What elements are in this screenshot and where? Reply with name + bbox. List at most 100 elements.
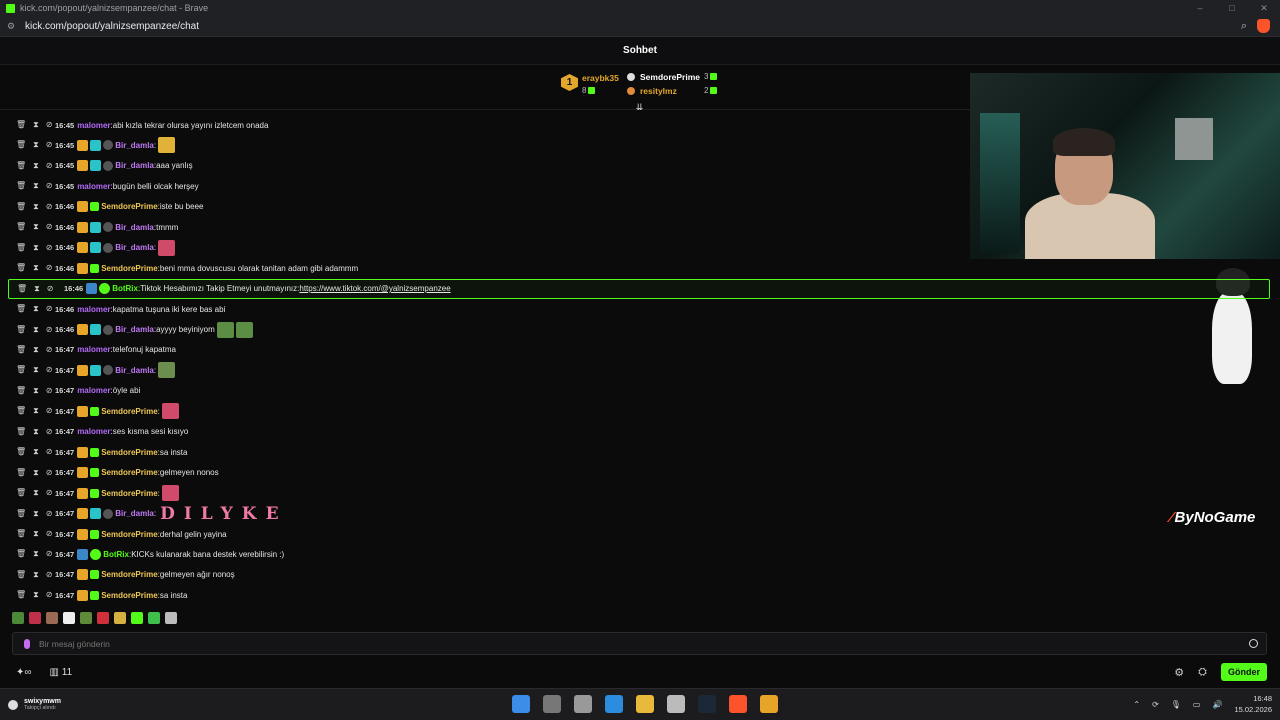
send-button[interactable]: Gönder (1220, 663, 1267, 681)
chat-message[interactable]: 🗑 ⧗ ⊘ 16:45 Bir_damla: aaa yanlış (0, 156, 1280, 176)
ban-icon[interactable]: ⊘ (46, 529, 53, 539)
obs-icon[interactable] (667, 695, 685, 713)
delete-icon[interactable]: 🗑 (16, 365, 26, 375)
username[interactable]: BotRix (103, 550, 129, 559)
message-input[interactable] (39, 638, 1249, 649)
leaderboard-name-3[interactable]: resitylmz (640, 86, 677, 96)
timeout-icon[interactable]: ⧗ (33, 263, 39, 273)
username[interactable]: Bir_damla (115, 223, 154, 232)
app-icon[interactable] (760, 695, 778, 713)
chat-message[interactable]: 🗑 ⧗ ⊘ 16:47 malomer: telefonuj kapatma (0, 340, 1280, 360)
file-explorer-icon[interactable] (636, 695, 654, 713)
username[interactable]: Bir_damla (115, 325, 154, 334)
timeout-icon[interactable]: ⧗ (33, 549, 39, 559)
task-view-icon[interactable] (543, 695, 561, 713)
emote-icon[interactable] (46, 612, 58, 624)
delete-icon[interactable]: 🗑 (16, 202, 26, 212)
chat-message[interactable]: 🗑 ⧗ ⊘ 16:47 SemdorePrime: gelmeyen ağır nono… (0, 565, 1280, 585)
chat-message[interactable]: 🗑 ⧗ ⊘ 16:46 malomer: kapatma tuşuna iki kere… (0, 299, 1280, 319)
brave-shield-icon[interactable] (1257, 19, 1270, 33)
ban-icon[interactable]: ⊘ (46, 345, 53, 355)
timeout-icon[interactable]: ⧗ (33, 529, 39, 539)
url-text[interactable]: kick.com/popout/yalnizsempanzee/chat (25, 21, 199, 32)
ban-icon[interactable]: ⊘ (46, 304, 53, 314)
timeout-icon[interactable]: ⧗ (33, 468, 39, 478)
subs-count[interactable]: ▥ 11 (50, 667, 73, 678)
chat-message[interactable]: 🗑 ⧗ ⊘ 16:47 SemdorePrime: derhal gelin yayin… (0, 524, 1280, 544)
username[interactable]: SemdorePrime (101, 264, 157, 273)
username[interactable]: Bir_damla (115, 161, 154, 170)
username[interactable]: malomer (77, 386, 110, 395)
chat-message[interactable]: 🗑 ⧗ ⊘ 16:47 SemdorePrime: sa insta (0, 442, 1280, 462)
ban-icon[interactable]: ⊘ (46, 549, 53, 559)
username[interactable]: malomer (77, 182, 110, 191)
chat-message[interactable]: 🗑 ⧗ ⊘ 16:47 SemdorePrime: (0, 401, 1280, 421)
delete-icon[interactable]: 🗑 (16, 549, 26, 559)
emote-icon[interactable] (63, 612, 75, 624)
emote-icon[interactable] (165, 612, 177, 624)
ban-icon[interactable]: ⊘ (46, 140, 53, 150)
username[interactable]: malomer (77, 121, 110, 130)
delete-icon[interactable]: 🗑 (16, 222, 26, 232)
username[interactable]: malomer (77, 305, 110, 314)
delete-icon[interactable]: 🗑 (16, 406, 26, 416)
minimize-button[interactable]: – (1184, 3, 1216, 14)
username[interactable]: SemdorePrime (101, 202, 157, 211)
username[interactable]: Bir_damla (115, 366, 154, 375)
chat-message[interactable]: 🗑 ⧗ ⊘ 16:47 Bir_damla: DILYKE (0, 504, 1280, 524)
timeout-icon[interactable]: ⧗ (33, 447, 39, 457)
timeout-icon[interactable]: ⧗ (33, 386, 39, 396)
ban-icon[interactable]: ⊘ (46, 181, 53, 191)
delete-icon[interactable]: 🗑 (16, 325, 26, 335)
timeout-icon[interactable]: ⧗ (33, 509, 39, 519)
timeout-icon[interactable]: ⧗ (34, 284, 40, 294)
delete-icon[interactable]: 🗑 (16, 427, 26, 437)
username[interactable]: SemdorePrime (101, 407, 157, 416)
chat-message[interactable]: 🗑 ⧗ ⊘ 16:45 malomer: bugün belli olcak herşe… (0, 176, 1280, 196)
chat-message[interactable]: 🗑 ⧗ ⊘ 16:47 Bir_damla: (0, 360, 1280, 380)
delete-icon[interactable]: 🗑 (16, 468, 26, 478)
username[interactable]: SemdorePrime (101, 448, 157, 457)
ban-icon[interactable]: ⊘ (46, 365, 53, 375)
timeout-icon[interactable]: ⧗ (33, 202, 39, 212)
chat-message[interactable]: 🗑 ⧗ ⊘ 16:45 Bir_damla: (0, 135, 1280, 155)
chat-message[interactable]: 🗑 ⧗ ⊘ 16:46 Bir_damla: (0, 238, 1280, 258)
ban-icon[interactable]: ⊘ (46, 263, 53, 273)
maximize-button[interactable]: □ (1216, 3, 1248, 14)
username[interactable]: SemdorePrime (101, 570, 157, 579)
store-icon[interactable] (605, 695, 623, 713)
delete-icon[interactable]: 🗑 (16, 529, 26, 539)
chat-message[interactable]: 🗑 ⧗ ⊘ 16:45 malomer: abi kızla tekrar olursa… (0, 115, 1280, 135)
username[interactable]: Bir_damla (115, 243, 154, 252)
delete-icon[interactable]: 🗑 (16, 386, 26, 396)
windows-start-icon[interactable] (512, 695, 530, 713)
ban-icon[interactable]: ⊘ (46, 590, 53, 600)
delete-icon[interactable]: 🗑 (16, 161, 26, 171)
kick-points-icon[interactable]: ✦∞ (16, 667, 32, 678)
emote-icon[interactable] (131, 612, 143, 624)
ban-icon[interactable]: ⊘ (46, 325, 53, 335)
username[interactable]: BotRix (112, 284, 138, 293)
chat-message[interactable]: 🗑 ⧗ ⊘ 16:47 SemdorePrime: (0, 483, 1280, 503)
ban-icon[interactable]: ⊘ (46, 243, 53, 253)
settings-icon[interactable]: ⛭ (1198, 666, 1207, 679)
delete-icon[interactable]: 🗑 (16, 570, 26, 580)
timeout-icon[interactable]: ⧗ (33, 488, 39, 498)
username[interactable]: SemdorePrime (101, 468, 157, 477)
timeout-icon[interactable]: ⧗ (33, 325, 39, 335)
chat-message[interactable]: 🗑 ⧗ ⊘ 16:47 SemdorePrime: sa insta (0, 585, 1280, 605)
timeout-icon[interactable]: ⧗ (33, 590, 39, 600)
delete-icon[interactable]: 🗑 (16, 263, 26, 273)
ban-icon[interactable]: ⊘ (46, 447, 53, 457)
chat-message[interactable]: 🗑 ⧗ ⊘ 16:46 SemdorePrime: iste bu beee (0, 197, 1280, 217)
delete-icon[interactable]: 🗑 (16, 140, 26, 150)
site-settings-icon[interactable]: ⚙ (7, 21, 17, 32)
timeout-icon[interactable]: ⧗ (33, 365, 39, 375)
snipping-icon[interactable] (574, 695, 592, 713)
ban-icon[interactable]: ⊘ (46, 222, 53, 232)
timeout-icon[interactable]: ⧗ (33, 140, 39, 150)
timeout-icon[interactable]: ⧗ (33, 406, 39, 416)
ban-icon[interactable]: ⊘ (46, 468, 53, 478)
username[interactable]: malomer (77, 427, 110, 436)
steam-icon[interactable] (698, 695, 716, 713)
